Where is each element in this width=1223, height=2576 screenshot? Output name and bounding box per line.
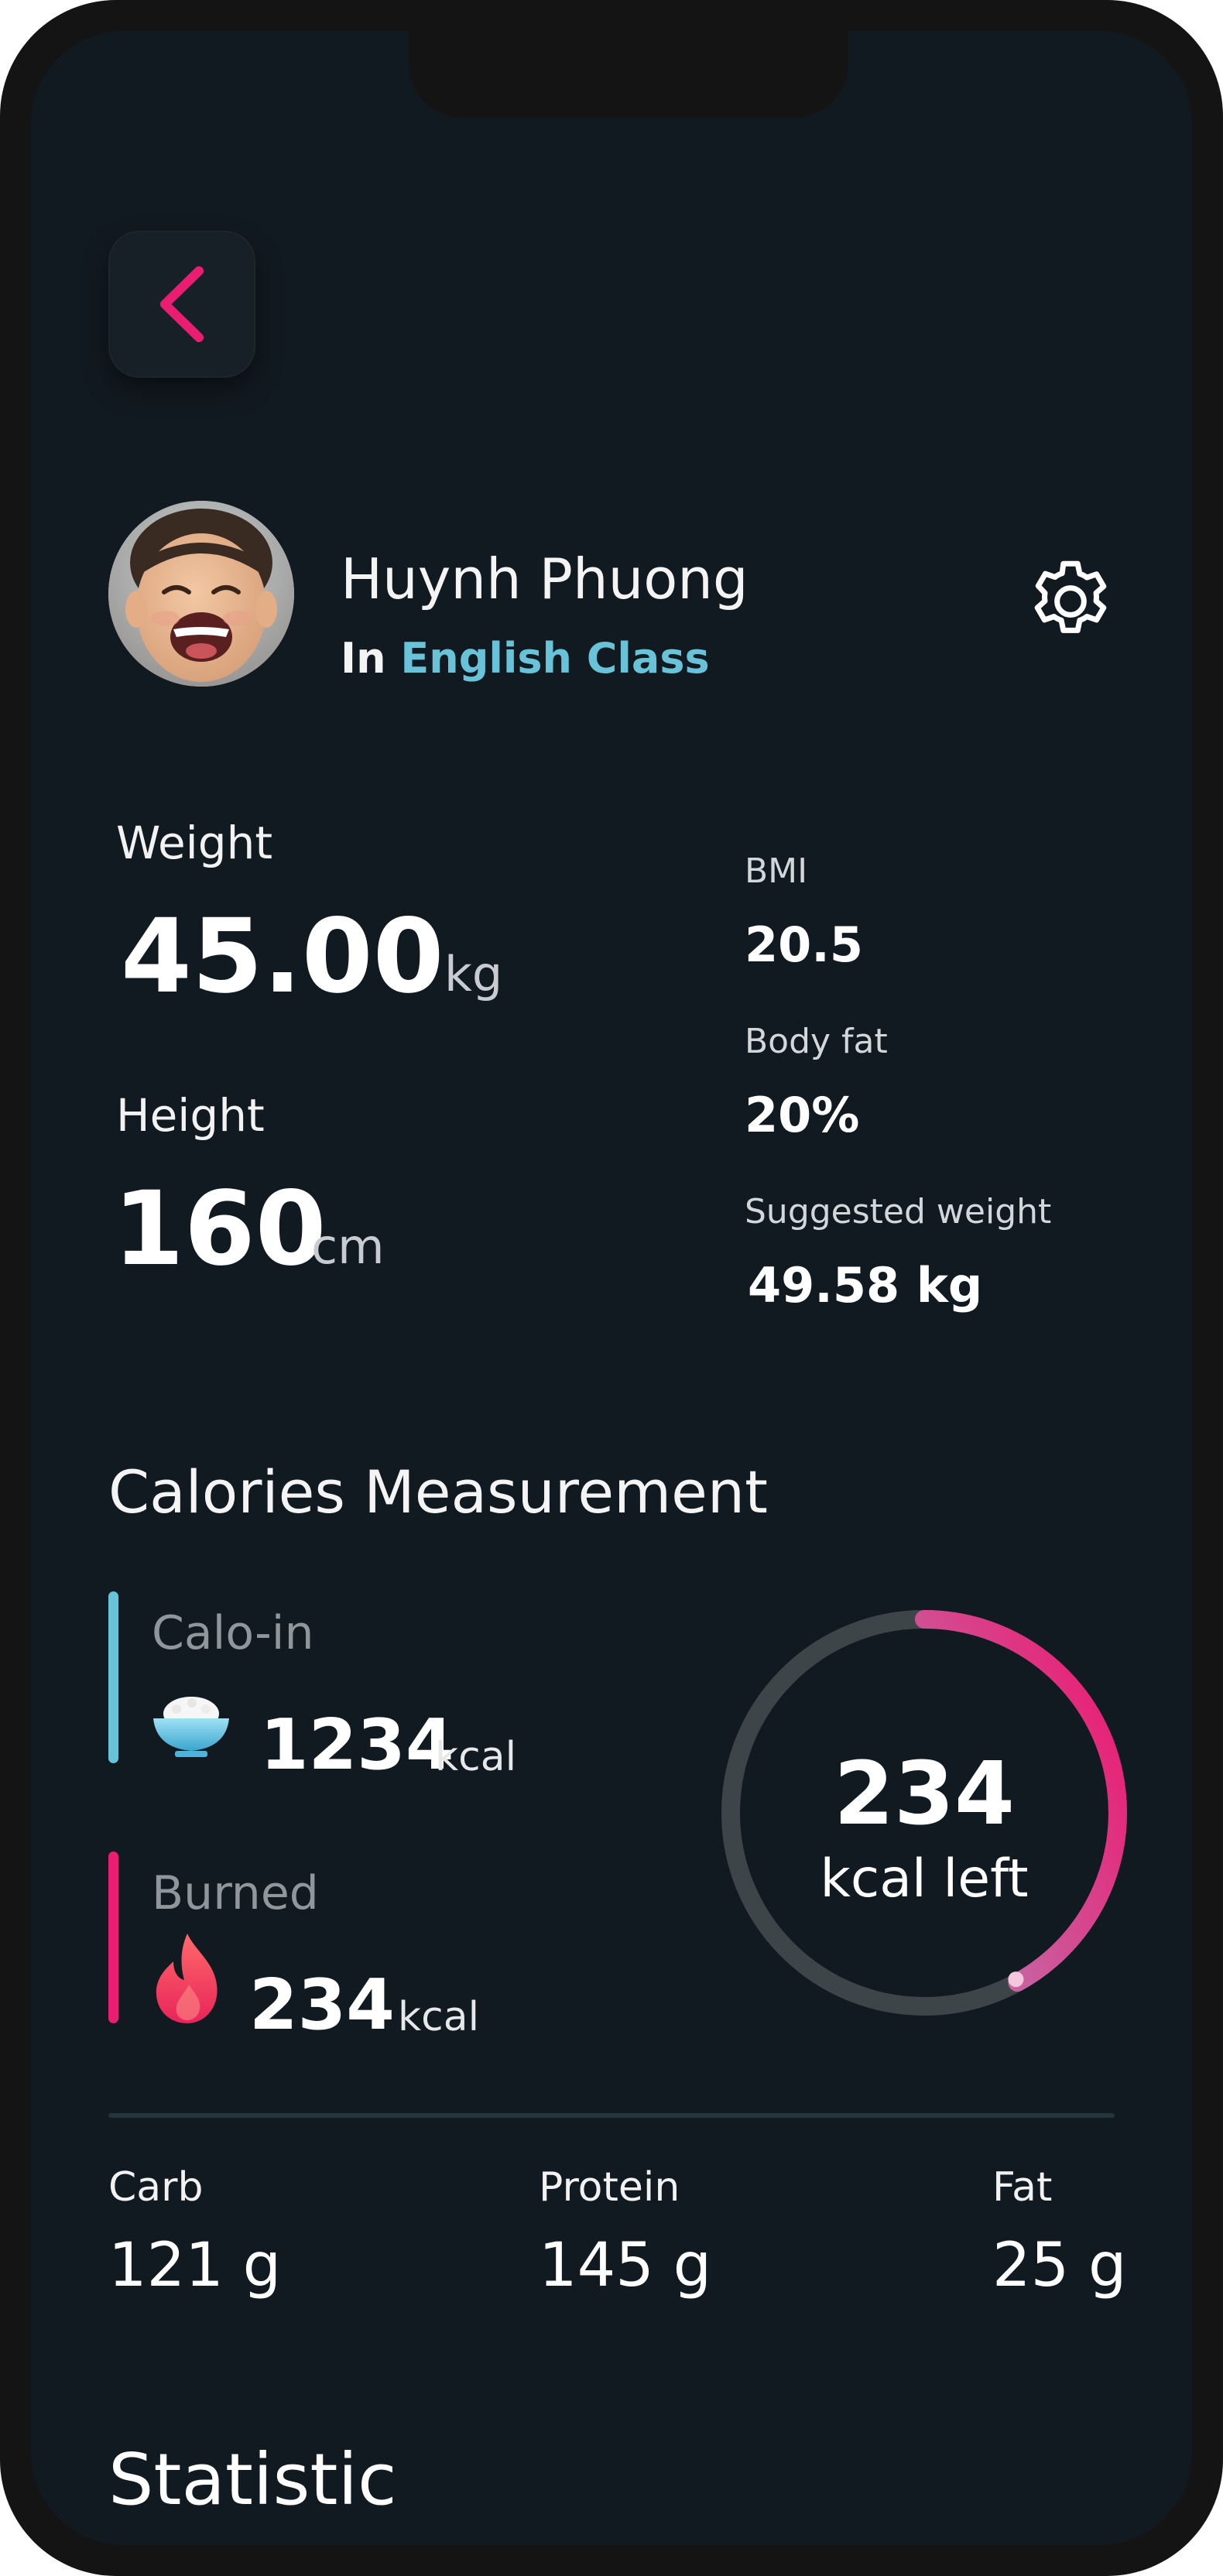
ring-progress-knob[interactable] (1008, 1971, 1024, 1988)
back-button[interactable] (108, 231, 255, 378)
macro-fat-value: 25 g (992, 2231, 1127, 2300)
calo-in-value: 1234 (260, 1704, 454, 1786)
section-divider (108, 2113, 1115, 2118)
burned-bar (108, 1852, 118, 2023)
weight-label: Weight (116, 817, 273, 869)
macro-carb-value: 121 g (108, 2231, 282, 2300)
body-fat-value: 20% (745, 1087, 860, 1143)
kcal-left-value: 234 (834, 1744, 1015, 1845)
child-photo (108, 501, 294, 687)
body-fat-label: Body fat (745, 1022, 888, 1061)
macro-carb-label: Carb (108, 2164, 204, 2211)
class-link[interactable]: English Class (400, 634, 709, 683)
phone-frame: Huynh Phuong In English Class Weight 45.… (0, 0, 1223, 2576)
burned-label: Burned (152, 1866, 319, 1920)
avatar[interactable] (108, 501, 294, 687)
statistic-section-title: Statistic (108, 2438, 397, 2521)
gear-icon (1034, 560, 1107, 633)
calo-in-bar (108, 1591, 118, 1763)
chevron-left-icon (160, 266, 204, 342)
user-class: In English Class (341, 638, 710, 680)
calories-section-title: Calories Measurement (108, 1458, 768, 1526)
device-notch (409, 31, 848, 118)
user-name: Huynh Phuong (341, 546, 749, 611)
suggested-weight-label: Suggested weight (745, 1192, 1052, 1231)
burned-value: 234 (249, 1965, 395, 2046)
height-value: 160 (113, 1170, 327, 1289)
settings-button[interactable] (1020, 551, 1121, 652)
macro-protein-value: 145 g (539, 2231, 712, 2300)
class-prefix: In (341, 634, 386, 683)
height-label: Height (116, 1089, 265, 1142)
bmi-label: BMI (745, 851, 808, 891)
macro-fat-label: Fat (992, 2164, 1053, 2211)
kcal-left-label: kcal left (820, 1848, 1029, 1910)
flame-icon (156, 1934, 218, 2023)
macro-protein-label: Protein (539, 2164, 680, 2211)
calo-in-unit: kcal (435, 1734, 517, 1780)
app-screen: Huynh Phuong In English Class Weight 45.… (31, 31, 1192, 2545)
weight-value: 45.00 (121, 897, 444, 1016)
rice-bowl-icon (153, 1697, 229, 1757)
bmi-value: 20.5 (745, 916, 863, 973)
height-unit: cm (311, 1218, 385, 1275)
burned-unit: kcal (398, 1994, 480, 2040)
weight-unit: kg (444, 946, 503, 1002)
calo-in-label: Calo-in (152, 1606, 314, 1660)
suggested-weight-value: 49.58 kg (748, 1257, 983, 1314)
